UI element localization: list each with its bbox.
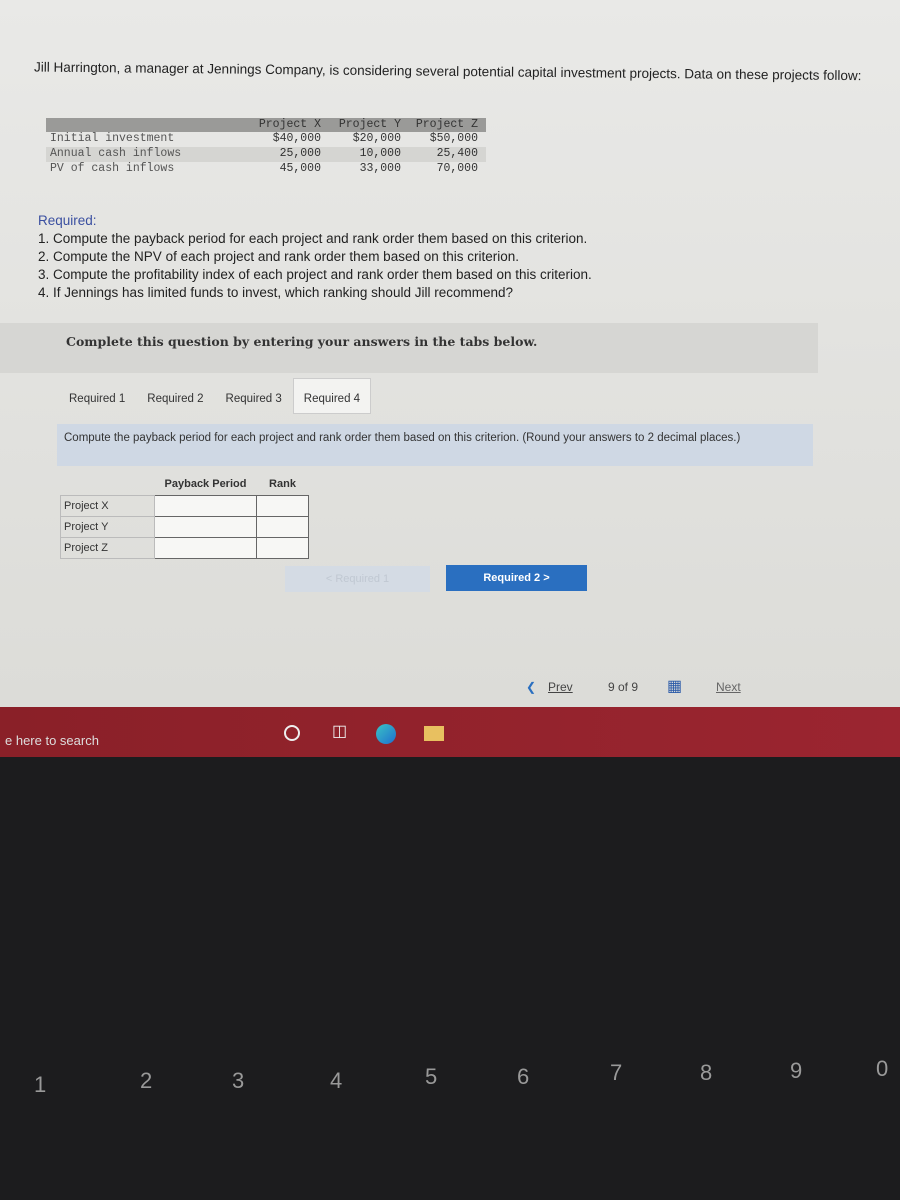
- payback-input-x[interactable]: [154, 494, 257, 517]
- row-label: PV of cash inflows: [50, 162, 175, 175]
- tab-instruction: Compute the payback period for each proj…: [57, 424, 813, 466]
- row-label: Project Z: [60, 536, 155, 559]
- cell: $20,000: [352, 132, 401, 145]
- key-7: 7: [610, 1060, 623, 1085]
- answer-table: Payback Period Rank Project X Project Y P…: [60, 474, 309, 559]
- project-data-table: Project X Project Y Project Z Initial inve…: [46, 118, 486, 177]
- key-2: 2: [140, 1068, 153, 1093]
- tab-bar: Required 1 Required 2 Required 3 Require…: [58, 378, 372, 414]
- screen: es Jill Harrington, a manager at Jenning…: [0, 0, 900, 708]
- prev-link[interactable]: Prev: [548, 680, 573, 694]
- row-label: Project X: [60, 494, 155, 517]
- header-z: Project Z: [415, 118, 478, 131]
- chevron-left-icon: ❮: [526, 680, 537, 694]
- table-row: Project Z: [60, 536, 309, 559]
- cell: 25,400: [436, 147, 478, 160]
- task-view-icon[interactable]: ◫: [332, 721, 347, 741]
- header-x: Project X: [258, 118, 321, 131]
- cell: $50,000: [429, 132, 478, 145]
- cell: 25,000: [279, 147, 321, 160]
- key-0: 0: [876, 1056, 889, 1081]
- cortana-icon[interactable]: [284, 725, 300, 741]
- key-3: 3: [232, 1068, 245, 1093]
- required-item: 4. If Jennings has limited funds to inve…: [38, 285, 513, 300]
- key-5: 5: [425, 1064, 438, 1089]
- payback-input-z[interactable]: [154, 536, 257, 559]
- tab-required-3[interactable]: Required 3: [215, 378, 293, 414]
- cell: 33,000: [359, 162, 401, 175]
- table-row: Annual cash inflows 25,000 10,000 25,400: [46, 147, 486, 162]
- row-label: Annual cash inflows: [50, 147, 182, 160]
- cell: $40,000: [272, 132, 321, 145]
- key-9: 9: [790, 1058, 803, 1083]
- taskbar-search[interactable]: e here to search: [5, 733, 99, 748]
- prev-required-button[interactable]: < Required 1: [285, 566, 430, 592]
- edge-icon[interactable]: [376, 724, 396, 744]
- row-label: Initial investment: [50, 132, 175, 145]
- required-item: 3. Compute the profitability index of ea…: [38, 267, 592, 282]
- rank-input-z[interactable]: [256, 536, 309, 559]
- next-required-button[interactable]: Required 2 >: [446, 565, 587, 591]
- required-item: 2. Compute the NPV of each project and r…: [38, 249, 520, 264]
- row-label: Project Y: [60, 515, 155, 538]
- intro-text: Jill Harrington, a manager at Jennings C…: [33, 59, 862, 84]
- key-1: 1: [34, 1072, 47, 1097]
- required-section: Required: 1. Compute the payback period …: [38, 212, 592, 302]
- grid-icon[interactable]: ▦: [667, 676, 682, 696]
- table-row: Initial investment $40,000 $20,000 $50,000: [46, 132, 486, 147]
- instructions-banner: Complete this question by entering your …: [0, 323, 818, 373]
- key-6: 6: [517, 1064, 530, 1089]
- taskbar: e here to search ◫: [0, 707, 900, 757]
- tab-required-1[interactable]: Required 1: [58, 378, 136, 414]
- required-title: Required:: [38, 213, 97, 228]
- rank-input-y[interactable]: [256, 515, 309, 538]
- tab-required-2[interactable]: Required 2: [136, 378, 214, 414]
- keyboard: 1 2 3 4 5 6 7 8 9 0: [0, 960, 900, 1200]
- tab-required-4[interactable]: Required 4: [292, 378, 372, 414]
- key-4: 4: [330, 1068, 343, 1093]
- file-explorer-icon[interactable]: [424, 726, 444, 741]
- page-indicator: 9 of 9: [608, 680, 639, 694]
- table-row: PV of cash inflows 45,000 33,000 70,000: [46, 162, 486, 177]
- rank-input-x[interactable]: [256, 494, 309, 517]
- key-8: 8: [700, 1060, 713, 1085]
- cell: 45,000: [279, 162, 321, 175]
- header-y: Project Y: [338, 118, 401, 131]
- table-row: Project X: [60, 494, 309, 517]
- required-item: 1. Compute the payback period for each p…: [38, 231, 588, 246]
- cell: 70,000: [436, 162, 478, 175]
- table-row: Project Y: [60, 515, 309, 538]
- cell: 10,000: [359, 147, 401, 160]
- payback-input-y[interactable]: [154, 515, 257, 538]
- next-link[interactable]: Next: [716, 680, 741, 694]
- header-rank: Rank: [269, 478, 296, 491]
- header-payback: Payback Period: [164, 478, 247, 491]
